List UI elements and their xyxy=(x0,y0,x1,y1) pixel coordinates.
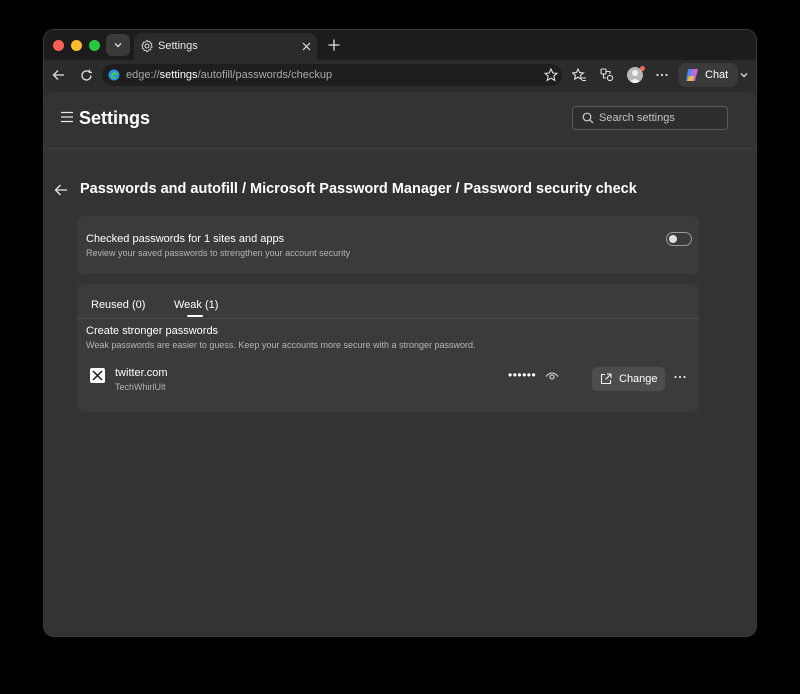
toggle-knob xyxy=(669,235,677,243)
x-logo-icon xyxy=(90,368,105,383)
favorites-star-icon xyxy=(571,68,586,82)
issue-tabs: Reused (0) Weak (1) xyxy=(77,284,699,319)
gear-icon xyxy=(141,39,153,53)
checked-passwords-title: Checked passwords for 1 sites and apps xyxy=(86,233,285,245)
password-mask: •••••• xyxy=(508,368,537,382)
search-input[interactable]: Search settings xyxy=(572,106,728,130)
more-horizontal-icon xyxy=(656,73,668,77)
chevron-down-icon xyxy=(740,73,748,78)
chat-dropdown-button[interactable] xyxy=(736,67,752,83)
star-icon[interactable] xyxy=(544,68,558,82)
plus-icon xyxy=(328,39,340,51)
password-check-toggle[interactable] xyxy=(666,232,692,246)
settings-page: Settings Search settings Passwords and a… xyxy=(44,92,756,636)
refresh-button[interactable] xyxy=(78,67,94,83)
tab-title: Settings xyxy=(158,40,198,52)
username: TechWhirlUlt xyxy=(115,382,166,392)
chevron-down-icon xyxy=(114,43,122,48)
maximize-window-button[interactable] xyxy=(89,40,100,51)
entry-more-button[interactable] xyxy=(673,370,687,384)
chat-label: Chat xyxy=(705,69,729,81)
external-link-icon xyxy=(600,373,612,385)
close-icon xyxy=(302,42,310,50)
change-password-button[interactable]: Change xyxy=(592,367,665,391)
checked-passwords-card: Checked passwords for 1 sites and apps R… xyxy=(77,216,699,274)
collections-button[interactable] xyxy=(599,67,615,83)
tab-strip: Settings xyxy=(44,30,756,60)
breadcrumb: Passwords and autofill / Microsoft Passw… xyxy=(80,181,637,197)
toolbar: edge://settings/autofill/passwords/check… xyxy=(44,60,756,90)
search-icon xyxy=(582,112,594,124)
section-subtitle: Weak passwords are easier to guess. Keep… xyxy=(86,340,476,350)
favorites-button[interactable] xyxy=(571,67,587,83)
site-name: twitter.com xyxy=(115,367,168,379)
refresh-icon xyxy=(80,69,92,81)
more-menu-button[interactable] xyxy=(654,67,670,83)
back-button[interactable] xyxy=(50,67,66,83)
search-placeholder: Search settings xyxy=(599,112,675,124)
browser-window: Settings edge://settings/autofill/passwo… xyxy=(44,30,756,636)
eye-icon[interactable] xyxy=(545,371,559,381)
more-horizontal-icon xyxy=(674,375,686,379)
tab-actions-menu-button[interactable] xyxy=(106,34,130,56)
url-text: edge://settings/autofill/passwords/check… xyxy=(126,69,333,81)
page-title: Settings xyxy=(79,108,151,128)
back-arrow-icon[interactable] xyxy=(54,183,68,197)
close-tab-button[interactable] xyxy=(299,39,313,53)
section-title: Create stronger passwords xyxy=(86,325,219,337)
edge-logo-icon xyxy=(108,69,120,81)
collections-icon xyxy=(600,68,614,82)
minimize-window-button[interactable] xyxy=(71,40,82,51)
new-tab-button[interactable] xyxy=(326,37,342,53)
tab-weak[interactable]: Weak (1) xyxy=(174,299,218,311)
settings-header: Settings Search settings xyxy=(44,92,756,149)
change-label: Change xyxy=(619,373,658,385)
selected-tab-indicator xyxy=(187,315,203,317)
menu-icon[interactable] xyxy=(60,111,74,123)
close-window-button[interactable] xyxy=(53,40,64,51)
tab-settings[interactable]: Settings xyxy=(134,33,317,60)
copilot-icon xyxy=(686,69,698,81)
copilot-chat-button[interactable]: Chat xyxy=(678,63,738,87)
notification-dot xyxy=(640,66,645,71)
address-bar[interactable]: edge://settings/autofill/passwords/check… xyxy=(102,64,562,86)
arrow-left-icon xyxy=(52,70,64,80)
tab-reused[interactable]: Reused (0) xyxy=(91,299,145,311)
checked-passwords-subtitle: Review your saved passwords to strengthe… xyxy=(86,248,351,258)
password-issues-card: Reused (0) Weak (1) Create stronger pass… xyxy=(77,284,699,412)
